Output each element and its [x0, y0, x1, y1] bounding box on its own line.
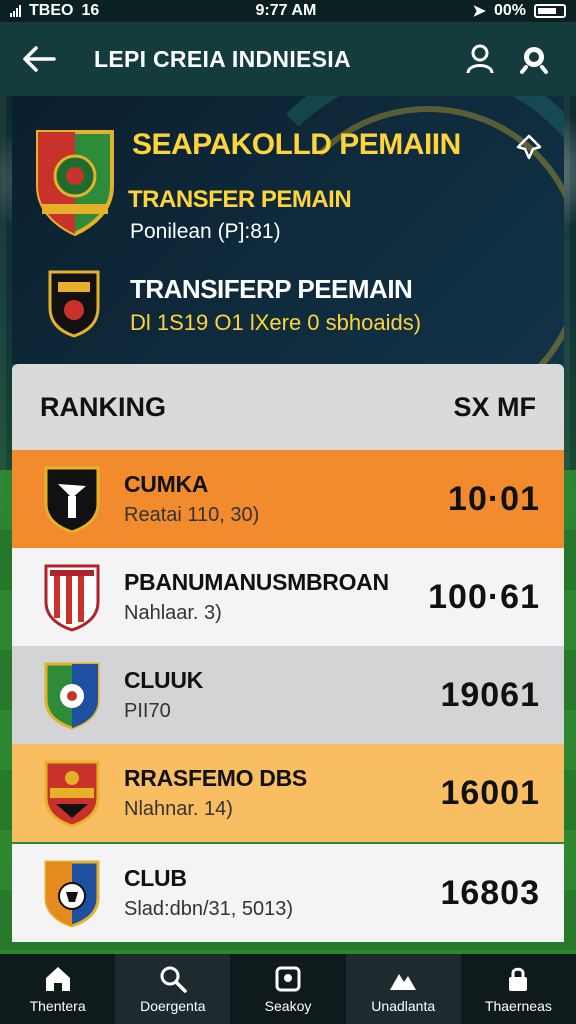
club-crest-icon	[44, 662, 100, 730]
club-detail: PII70	[124, 700, 171, 722]
ranking-column-label: SX MF	[453, 391, 536, 422]
nav-item-search[interactable]: Doergenta	[115, 954, 231, 1024]
club-score: 100·61	[428, 577, 540, 616]
nav-label: Seakoy	[264, 998, 312, 1014]
club-name: CLUB	[124, 865, 187, 891]
club-name: CLUUK	[124, 667, 203, 693]
carrier-text: TBEO	[29, 2, 74, 19]
hero-second-detail: Dl 1S19 O1 lXere 0 sbhoaids)	[130, 310, 422, 335]
hero-second-title: TRANSIFERP PEEMAIN	[130, 274, 413, 304]
hero-title: SEAPAKOLLD PEMAIIN	[132, 128, 461, 161]
hero-subtitle: TRANSFER PEMAIN	[128, 186, 352, 213]
search-icon	[160, 966, 187, 993]
club-name: RRASFEMO DBS	[124, 765, 307, 791]
status-extra: 16	[81, 2, 100, 19]
bottom-nav: Thentera Doergenta Seakoy Unadlanta Thae…	[0, 954, 576, 1024]
ranking-row[interactable]: CLUB Slad:dbn/31, 5013) 16803	[12, 844, 564, 942]
club-detail: Nlahnar. 14)	[124, 798, 233, 820]
club-name: PBANUMANUSMBROAN	[124, 569, 389, 595]
page-title: LEPI CREIA INDNIESIA	[94, 45, 351, 72]
club-score: 16001	[440, 773, 540, 812]
nav-item-lock[interactable]: Thaerneas	[461, 954, 576, 1024]
club-detail: Reatai 110, 30)	[124, 504, 260, 526]
search-icon[interactable]	[514, 39, 554, 79]
ranking-row[interactable]: CLUUK PII70 19061	[12, 646, 564, 744]
featured-card[interactable]: SEAPAKOLLD PEMAIIN TRANSFER PEMAIN Ponil…	[12, 96, 564, 364]
nav-item-mountain[interactable]: Unadlanta	[345, 954, 461, 1024]
club-detail: Nahlaar. 3)	[124, 602, 222, 624]
club-name: CUMKA	[124, 471, 209, 497]
battery-icon	[533, 4, 566, 18]
ranking-row[interactable]: CUMKA Reatai 110, 30) 10·01	[12, 450, 564, 548]
clock: 9:77 AM	[255, 2, 317, 19]
club-score: 19061	[440, 675, 540, 714]
nav-label: Doergenta	[140, 998, 206, 1014]
arrow-left-icon[interactable]	[22, 42, 56, 76]
app-header: LEPI CREIA INDNIESIA	[0, 22, 576, 96]
club-crest-icon	[44, 564, 100, 632]
location-icon: ➤	[472, 3, 486, 20]
club-crest-icon	[44, 860, 100, 928]
nav-item-home[interactable]: Thentera	[0, 954, 115, 1024]
ranking-row[interactable]: PBANUMANUSMBROAN Nahlaar. 3) 100·61	[12, 548, 564, 646]
nav-label: Unadlanta	[371, 998, 436, 1014]
club-crest-icon	[48, 270, 100, 338]
square-icon	[275, 966, 301, 992]
club-score: 10·01	[448, 479, 540, 518]
ranking-title: RANKING	[40, 391, 166, 422]
lock-icon	[509, 967, 528, 991]
nav-label: Thaerneas	[484, 998, 552, 1014]
club-crest-icon	[44, 760, 100, 828]
signal-icon	[10, 5, 21, 17]
mountain-icon	[390, 974, 417, 990]
pin-icon[interactable]	[516, 134, 542, 160]
nav-item-square[interactable]: Seakoy	[230, 954, 345, 1024]
club-crest-icon	[36, 130, 114, 236]
nav-label: Thentera	[29, 998, 86, 1014]
hero-detail: Ponilean (P]:81)	[130, 220, 281, 243]
status-bar: TBEO 16 9:77 AM ➤ 00%	[0, 0, 576, 22]
ranking-row[interactable]: RRASFEMO DBS Nlahnar. 14) 16001	[12, 744, 564, 842]
user-icon[interactable]	[460, 39, 500, 79]
battery-percent: 00%	[493, 2, 526, 19]
club-crest-icon	[44, 466, 100, 534]
club-detail: Slad:dbn/31, 5013)	[124, 898, 294, 920]
home-icon	[45, 967, 70, 991]
ranking-header: RANKING SX MF	[12, 364, 564, 450]
club-score: 16803	[440, 873, 540, 912]
